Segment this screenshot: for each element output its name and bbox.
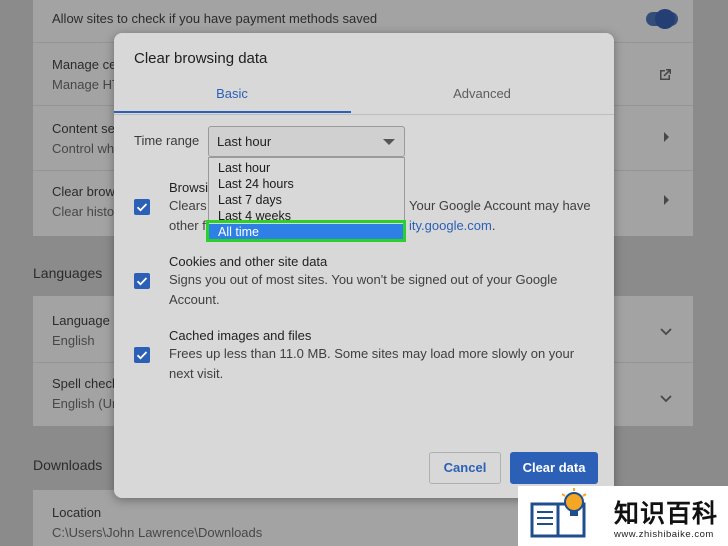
spellcheck-title[interactable]: Spell check	[52, 375, 118, 393]
option-last-7-days[interactable]: Last 7 days	[218, 192, 282, 208]
time-range-label: Time range	[134, 133, 200, 148]
watermark-logo: 知识百科 www.zhishibaike.com	[518, 486, 728, 546]
content-settings-title[interactable]: Content se	[52, 120, 115, 138]
language-title[interactable]: Language	[52, 312, 110, 330]
tab-basic[interactable]: Basic	[114, 86, 350, 101]
dialog-title: Clear browsing data	[134, 50, 268, 67]
dropdown-arrow-icon	[383, 139, 395, 145]
option-last-hour[interactable]: Last hour	[218, 160, 270, 176]
language-subtitle: English	[52, 333, 95, 348]
languages-heading: Languages	[33, 265, 103, 281]
clear-data-button[interactable]: Clear data	[510, 452, 598, 484]
chevron-down-icon[interactable]	[660, 390, 672, 406]
chevron-right-icon[interactable]	[663, 193, 671, 209]
option-last-24-hours[interactable]: Last 24 hours	[218, 176, 294, 192]
time-range-value: Last hour	[217, 134, 272, 149]
cookies-checkbox[interactable]	[134, 273, 150, 289]
book-lightbulb-icon	[530, 488, 587, 538]
clear-browsing-title[interactable]: Clear brows	[52, 183, 121, 201]
tab-divider	[114, 114, 614, 115]
cookies-desc: Signs you out of most sites. You won't b…	[169, 272, 558, 307]
tab-advanced[interactable]: Advanced	[364, 86, 600, 101]
watermark-title: 知识百科	[614, 500, 719, 528]
open-external-icon[interactable]	[657, 67, 673, 86]
chevron-down-icon[interactable]	[660, 323, 672, 339]
manage-certificates-subtitle: Manage HT	[52, 77, 120, 92]
clear-browsing-subtitle: Clear histor	[52, 204, 119, 219]
cached-images-checkbox[interactable]	[134, 347, 150, 363]
chevron-right-icon[interactable]	[663, 130, 671, 146]
cookies-title: Cookies and other site data	[169, 254, 328, 269]
active-tab-indicator	[114, 111, 351, 113]
browsing-history-desc-1-right: Your Google Account may have	[409, 198, 591, 213]
location-title[interactable]: Location	[52, 504, 101, 522]
browsing-history-checkbox[interactable]	[134, 199, 150, 215]
downloads-heading: Downloads	[33, 457, 103, 473]
cached-images-title: Cached images and files	[169, 328, 312, 343]
watermark-url: www.zhishibaike.com	[614, 529, 714, 540]
time-range-select[interactable]: Last hour	[208, 126, 405, 157]
spellcheck-subtitle: English (Un	[52, 396, 120, 411]
clear-browsing-data-dialog: Clear browsing data Basic Advanced Time …	[114, 33, 614, 498]
content-settings-subtitle: Control wha	[52, 141, 122, 156]
browsing-history-title: Browsi	[169, 180, 209, 195]
annotation-highlight-box	[206, 220, 406, 242]
browsing-history-desc-2: other f	[169, 218, 206, 233]
activity-link[interactable]: ity.google.com	[409, 218, 492, 233]
browsing-history-desc-1: Clears	[169, 198, 207, 213]
cancel-button[interactable]: Cancel	[429, 452, 501, 484]
browsing-history-desc-2-right: ity.google.com.	[409, 218, 496, 233]
payment-methods-label: Allow sites to check if you have payment…	[52, 11, 378, 26]
location-path: C:\Users\John Lawrence\Downloads	[52, 525, 263, 540]
toggle-knob	[655, 9, 675, 29]
cached-images-desc: Frees up less than 11.0 MB. Some sites m…	[169, 346, 575, 381]
manage-certificates-title[interactable]: Manage ce	[52, 56, 116, 74]
